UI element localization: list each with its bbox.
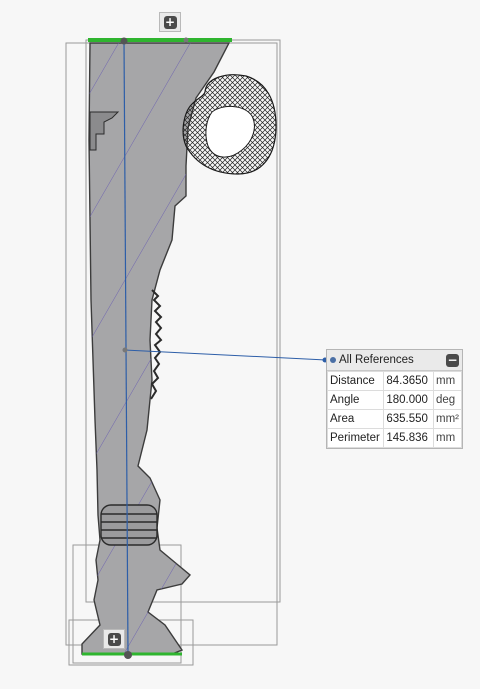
section-edge-serration	[150, 289, 163, 400]
plus-icon: +	[163, 14, 177, 29]
model-viewport[interactable]	[0, 0, 480, 684]
measurement-row-perimeter: Perimeter 145.836 mm	[326, 428, 462, 448]
mid-vertex-handle[interactable]	[122, 347, 128, 353]
measurement-unit: mm	[433, 371, 462, 391]
connector-dot-icon	[330, 357, 336, 363]
measurement-value: 84.3650	[383, 371, 434, 391]
measurement-label: Area	[326, 409, 385, 429]
expand-bottom-button[interactable]: +	[103, 629, 125, 649]
collapse-icon[interactable]: −	[446, 353, 459, 367]
measurement-value: 180.000	[383, 390, 434, 410]
top-right-vertex-handle[interactable]	[183, 37, 189, 43]
measurement-unit: deg	[433, 390, 462, 410]
measurement-row-area: Area 635.550 mm²	[326, 409, 462, 429]
plus-icon: +	[107, 631, 121, 646]
screw-thread	[100, 504, 158, 546]
expand-top-button[interactable]: +	[159, 12, 181, 32]
measurement-row-angle: Angle 180.000 deg	[326, 390, 462, 410]
cad-section-view[interactable]	[0, 0, 480, 684]
measurement-value: 145.836	[383, 428, 434, 448]
panel-header: All References −	[327, 350, 462, 371]
measurement-label: Angle	[326, 390, 385, 410]
measurement-label: Perimeter	[326, 428, 385, 448]
measurement-unit: mm	[433, 428, 462, 448]
panel-title: All References	[339, 354, 414, 366]
bottom-vertex-handle[interactable]	[124, 651, 132, 659]
all-references-panel: All References − Distance 84.3650 mm Ang…	[326, 349, 463, 449]
measurement-unit: mm²	[433, 409, 462, 429]
measurement-label: Distance	[326, 371, 385, 391]
measurement-table: Distance 84.3650 mm Angle 180.000 deg Ar…	[326, 371, 462, 448]
measurement-value: 635.550	[383, 409, 434, 429]
measurement-row-distance: Distance 84.3650 mm	[326, 371, 462, 391]
top-vertex-handle[interactable]	[120, 37, 128, 45]
